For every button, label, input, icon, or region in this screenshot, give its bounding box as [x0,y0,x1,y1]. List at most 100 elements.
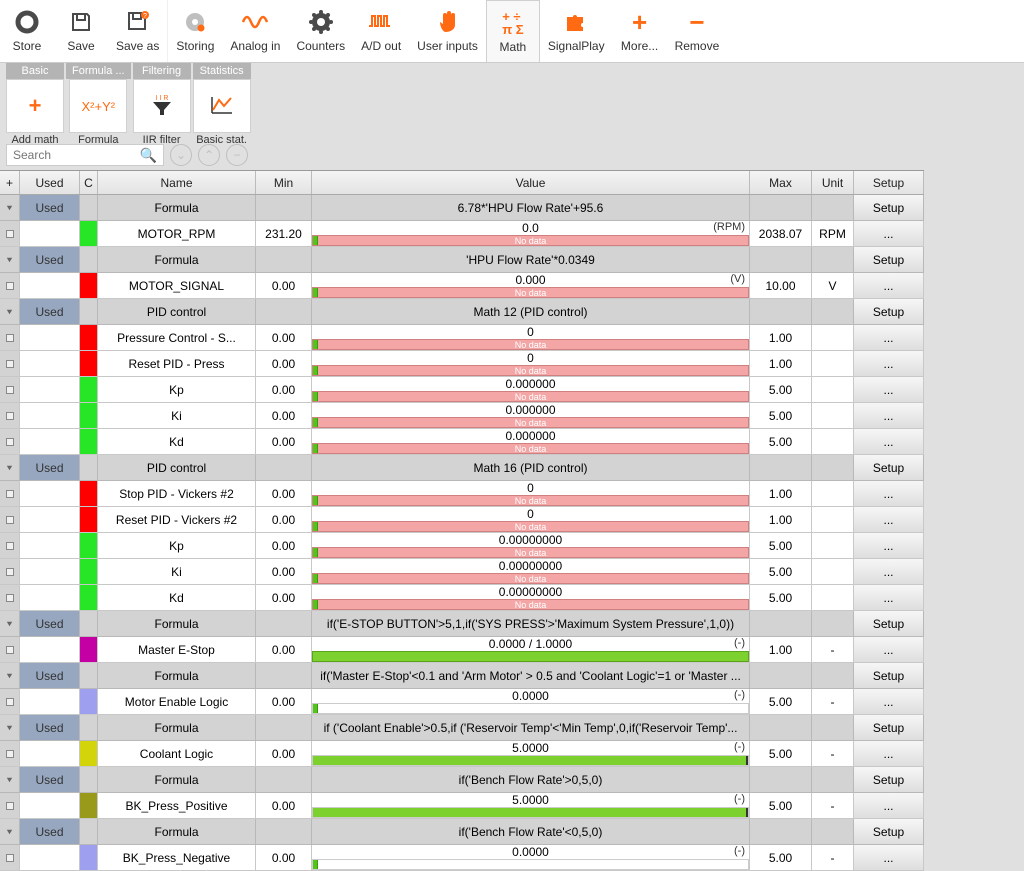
group-used[interactable]: Used [20,247,80,272]
save-button[interactable]: Save [54,0,108,62]
row-unit[interactable] [812,377,854,402]
header-used[interactable]: Used [20,171,80,194]
row-max[interactable]: 2038.07 [750,221,812,246]
signalplay-button[interactable]: SignalPlay [540,0,613,62]
row-setup-button[interactable]: ... [854,221,924,246]
row-setup-button[interactable]: ... [854,689,924,714]
group-setup-button[interactable]: Setup [854,663,924,688]
row-unit[interactable] [812,507,854,532]
subgroup-filtering-head[interactable]: Filtering [133,63,191,79]
group-used[interactable]: Used [20,455,80,480]
row-color[interactable] [80,429,98,454]
row-value[interactable]: 5.0000(-) [312,793,750,818]
row-setup-button[interactable]: ... [854,585,924,610]
row-name[interactable]: Pressure Control - S... [98,325,256,350]
subgroup-statistics-head[interactable]: Statistics [193,63,251,79]
row-max[interactable]: 5.00 [750,845,812,870]
row-max[interactable]: 1.00 [750,637,812,662]
row-setup-button[interactable]: ... [854,273,924,298]
row-name[interactable]: Kp [98,533,256,558]
row-setup-button[interactable]: ... [854,429,924,454]
row-setup-button[interactable]: ... [854,325,924,350]
group-setup-button[interactable]: Setup [854,455,924,480]
search-input[interactable] [13,148,140,162]
row-name[interactable]: Reset PID - Vickers #2 [98,507,256,532]
row-color[interactable] [80,637,98,662]
row-used[interactable] [20,273,80,298]
row-unit[interactable] [812,585,854,610]
row-setup-button[interactable]: ... [854,481,924,506]
remove-button[interactable]: − Remove [667,0,728,62]
row-max[interactable]: 5.00 [750,377,812,402]
analogin-button[interactable]: Analog in [222,0,288,62]
row-color[interactable] [80,585,98,610]
row-toggle[interactable] [0,533,20,558]
row-unit[interactable] [812,559,854,584]
math-button[interactable]: + ÷π Σ Math [486,0,540,62]
subgroup-basic-head[interactable]: Basic [6,63,64,79]
row-unit[interactable]: - [812,689,854,714]
row-unit[interactable]: - [812,741,854,766]
row-min[interactable]: 0.00 [256,845,312,870]
row-used[interactable] [20,221,80,246]
row-max[interactable]: 1.00 [750,507,812,532]
row-min[interactable]: 0.00 [256,325,312,350]
row-unit[interactable]: V [812,273,854,298]
row-color[interactable] [80,481,98,506]
row-min[interactable]: 0.00 [256,793,312,818]
row-value[interactable]: 0.0000(-) [312,689,750,714]
row-unit[interactable]: - [812,793,854,818]
row-used[interactable] [20,845,80,870]
row-used[interactable] [20,585,80,610]
remove-round-button[interactable]: − [226,144,248,166]
group-used[interactable]: Used [20,819,80,844]
row-max[interactable]: 5.00 [750,689,812,714]
saveas-button[interactable]: ? Save as [108,0,167,62]
row-unit[interactable] [812,533,854,558]
group-used[interactable]: Used [20,767,80,792]
group-setup-button[interactable]: Setup [854,299,924,324]
row-max[interactable]: 5.00 [750,403,812,428]
row-used[interactable] [20,429,80,454]
row-used[interactable] [20,533,80,558]
group-used[interactable]: Used [20,299,80,324]
row-name[interactable]: Ki [98,559,256,584]
row-used[interactable] [20,793,80,818]
row-max[interactable]: 5.00 [750,741,812,766]
row-value[interactable]: 0.0(RPM)No data [312,221,750,246]
row-value[interactable]: 0.000(V)No data [312,273,750,298]
row-name[interactable]: Kd [98,585,256,610]
row-color[interactable] [80,377,98,402]
group-toggle[interactable] [0,819,20,844]
row-toggle[interactable] [0,689,20,714]
counters-button[interactable]: Counters [288,0,353,62]
row-setup-button[interactable]: ... [854,559,924,584]
row-unit[interactable] [812,481,854,506]
row-toggle[interactable] [0,221,20,246]
row-toggle[interactable] [0,559,20,584]
row-toggle[interactable] [0,377,20,402]
row-min[interactable]: 0.00 [256,559,312,584]
row-name[interactable]: MOTOR_RPM [98,221,256,246]
row-min[interactable]: 0.00 [256,741,312,766]
row-name[interactable]: Ki [98,403,256,428]
row-value[interactable]: 0No data [312,351,750,376]
expand-up-button[interactable]: ⌃ [198,144,220,166]
row-setup-button[interactable]: ... [854,741,924,766]
row-color[interactable] [80,741,98,766]
row-used[interactable] [20,689,80,714]
row-color[interactable] [80,325,98,350]
row-value[interactable]: 5.0000(-) [312,741,750,766]
row-min[interactable]: 231.20 [256,221,312,246]
row-toggle[interactable] [0,845,20,870]
row-color[interactable] [80,559,98,584]
row-min[interactable]: 0.00 [256,533,312,558]
row-used[interactable] [20,351,80,376]
subgroup-formula-head[interactable]: Formula ... [66,63,131,79]
row-color[interactable] [80,351,98,376]
row-unit[interactable] [812,325,854,350]
header-c[interactable]: C [80,171,98,194]
row-used[interactable] [20,403,80,428]
row-used[interactable] [20,559,80,584]
group-used[interactable]: Used [20,195,80,220]
